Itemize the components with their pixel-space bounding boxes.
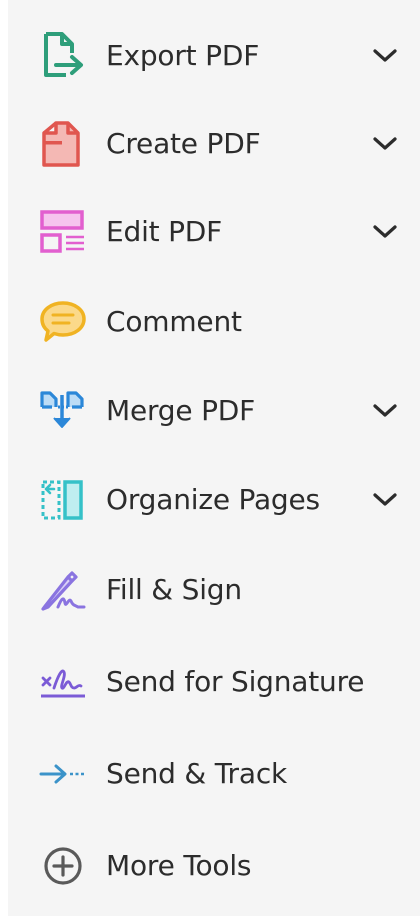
tool-send-track[interactable]: Send & Track [8, 738, 420, 810]
merge-pdf-icon [38, 386, 88, 436]
create-pdf-icon [38, 119, 88, 169]
send-for-signature-icon [38, 657, 88, 707]
tool-export-pdf[interactable]: Export PDF [8, 20, 420, 92]
tool-label-send-track: Send & Track [106, 757, 288, 790]
tool-fill-sign[interactable]: Fill & Sign [8, 554, 420, 626]
send-track-icon [38, 749, 88, 799]
tool-create-pdf[interactable]: Create PDF [8, 108, 420, 180]
tool-comment[interactable]: Comment [8, 286, 420, 358]
tool-label-merge-pdf: Merge PDF [106, 394, 256, 427]
tool-label-fill-sign: Fill & Sign [106, 573, 242, 606]
tool-label-edit-pdf: Edit PDF [106, 215, 223, 248]
tool-label-comment: Comment [106, 305, 242, 338]
more-tools-icon [38, 841, 88, 891]
tool-label-create-pdf: Create PDF [106, 127, 261, 160]
fill-sign-icon [38, 565, 88, 615]
edit-pdf-icon [38, 207, 88, 257]
tool-merge-pdf[interactable]: Merge PDF [8, 375, 420, 447]
comment-icon [38, 297, 88, 347]
tool-label-send-for-signature: Send for Signature [106, 665, 365, 698]
export-pdf-icon [38, 31, 88, 81]
organize-pages-icon [38, 475, 88, 525]
chevron-down-icon[interactable] [370, 485, 400, 515]
chevron-down-icon[interactable] [370, 41, 400, 71]
chevron-down-icon[interactable] [370, 129, 400, 159]
tool-label-organize-pages: Organize Pages [106, 483, 320, 516]
tool-organize-pages[interactable]: Organize Pages [8, 464, 420, 536]
chevron-down-icon[interactable] [370, 217, 400, 247]
tool-edit-pdf[interactable]: Edit PDF [8, 196, 420, 268]
tool-more-tools[interactable]: More Tools [8, 830, 420, 902]
tool-send-for-signature[interactable]: Send for Signature [8, 646, 420, 718]
tool-label-export-pdf: Export PDF [106, 39, 260, 72]
tools-panel: Export PDF Create PDF Edit PDF Comment M… [8, 0, 420, 916]
chevron-down-icon[interactable] [370, 396, 400, 426]
tool-label-more-tools: More Tools [106, 849, 252, 882]
